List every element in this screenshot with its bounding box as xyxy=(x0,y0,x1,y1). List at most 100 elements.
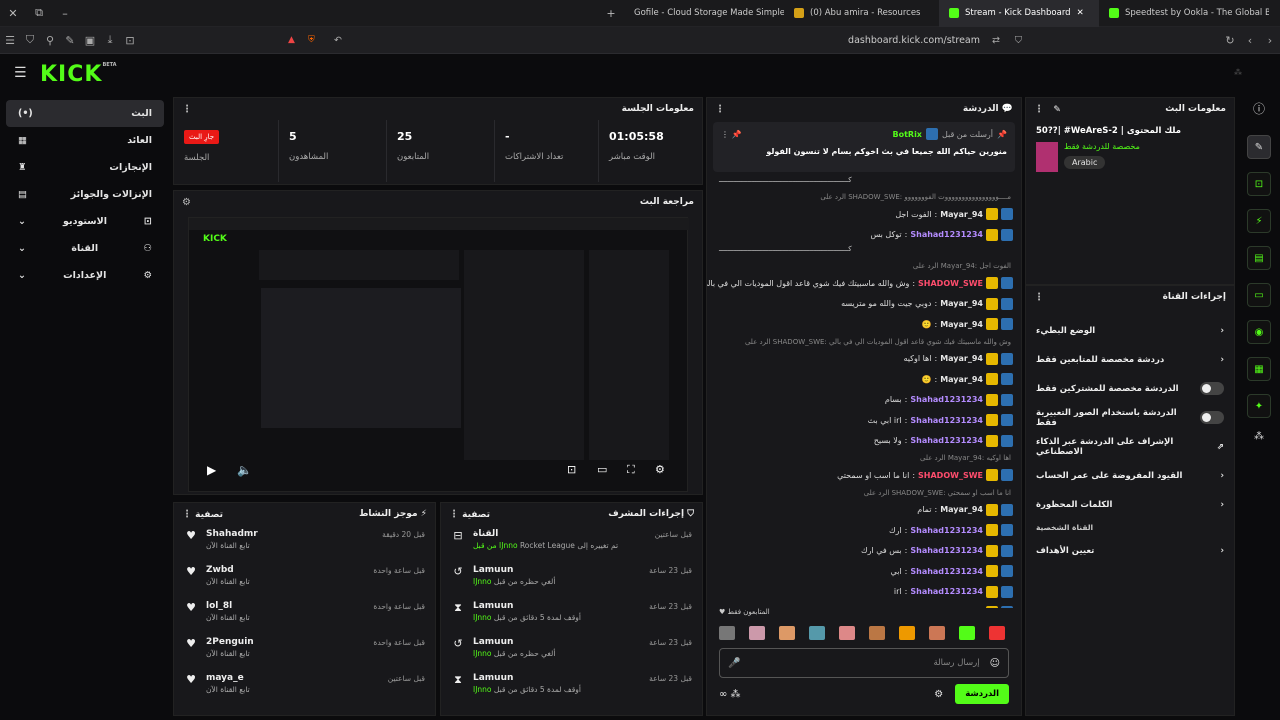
account-age-action[interactable]: القيود المفروضة على عمر الحساب › xyxy=(1026,461,1234,490)
more-icon[interactable]: ⋮ xyxy=(449,509,459,520)
share-icon[interactable]: ⇄ xyxy=(992,35,1000,46)
modaction-row[interactable]: ⊟ القناة من قبل IJnno Rocket League تم تغي… xyxy=(441,525,702,561)
chat-input[interactable]: 🎤 إرسال رسالة ☺ xyxy=(719,648,1009,678)
chat-message[interactable]: اها اوكيه: Mayar_94 xyxy=(707,349,1021,370)
sidebar-item-settings[interactable]: ⌄ الإعدادات ⚙ xyxy=(6,262,164,289)
activity-row[interactable]: ♥ Zwbd تابع القناة الآن قبل ساعة واحدة xyxy=(174,561,435,597)
forward-icon[interactable]: › xyxy=(1260,34,1280,47)
emotes-only-action[interactable]: الدردشة باستخدام الصور التعبيرية فقط xyxy=(1026,403,1234,432)
chat-username[interactable]: Mayar_94 xyxy=(940,320,983,329)
emote-icon[interactable] xyxy=(869,626,885,640)
chat-message[interactable]: انا ما اسب او سمحتي: SHADOW_SWE xyxy=(707,465,1021,486)
chat-username[interactable]: Mayar_94 xyxy=(940,354,983,363)
activity-row[interactable]: ♥ Shahadmr تابع القناة الآن قبل 20 دقيقة xyxy=(174,525,435,561)
more-icon[interactable]: ⋮ xyxy=(182,509,192,520)
banned-words-action[interactable]: الكلمات المحظورة › xyxy=(1026,490,1234,519)
chat-message[interactable]: 🙂: Mayar_94 xyxy=(707,314,1021,335)
tab-speedtest[interactable]: Speedtest by Ookla - The Global Broa xyxy=(1099,0,1269,27)
play-icon[interactable]: ▶ xyxy=(207,463,216,477)
chat-username[interactable]: Shahad1231234 xyxy=(910,230,983,239)
back-icon[interactable]: ‹ xyxy=(1240,34,1260,47)
category-link[interactable]: مخصصة للدردشة فقط xyxy=(1064,142,1140,151)
chat-username[interactable]: Shahad1231234 xyxy=(910,567,983,576)
chat-username[interactable]: Mayar_94 xyxy=(940,505,983,514)
filter-button[interactable]: ⋮ تصفية xyxy=(449,509,490,520)
screenshot-icon[interactable]: ⊡ xyxy=(567,463,576,476)
chat-username[interactable]: Shahad1231234 xyxy=(910,416,983,425)
new-tab-icon[interactable]: + xyxy=(598,7,624,20)
emote-icon[interactable] xyxy=(899,626,915,640)
modaction-row[interactable]: ⧗ Lamuun IJnno أوقف لمدة 5 دقائق من قبل قبل… xyxy=(441,669,702,705)
ai-moderation-action[interactable]: الإشراف على الدردشة عبر الذكاء الاصطناعي… xyxy=(1026,432,1234,461)
chat-message[interactable]: تمام: Mayar_94 xyxy=(707,500,1021,521)
apps-icon[interactable]: ⁂ xyxy=(1245,431,1273,442)
chat-rail-icon[interactable]: ▭ xyxy=(1247,283,1271,307)
more-icon[interactable]: ⋮ xyxy=(1034,292,1044,303)
infinity-icon[interactable]: ∞ ⁂ xyxy=(719,689,741,700)
sidebar-item-drops[interactable]: ▤ الإنزالات والجوائز xyxy=(6,181,164,208)
studio-rail-icon[interactable]: ⊡ xyxy=(1247,172,1271,196)
chat-message[interactable]: ابي: Shahad1231234 xyxy=(707,561,1021,582)
puzzle-icon[interactable]: ✎ xyxy=(60,34,80,47)
activity-row[interactable]: ♥ lol_8l تابع القناة الآن قبل ساعة واحدة xyxy=(174,597,435,633)
chat-username[interactable]: SHADOW_SWE xyxy=(918,471,983,480)
minimize-icon[interactable]: – xyxy=(52,7,78,20)
emote-icon[interactable] xyxy=(839,626,855,640)
chat-username[interactable]: Shahad1231234 xyxy=(910,436,983,445)
send-chat-button[interactable]: الدردشة xyxy=(955,684,1009,704)
video-player[interactable]: KICK ▶ 🔈 ⊡ ▭ ⛶ ⚙ xyxy=(188,217,689,492)
tab-close-icon[interactable]: ✕ xyxy=(1077,8,1084,18)
followers-only-action[interactable]: دردشة مخصصة للمتابعين فقط › xyxy=(1026,345,1234,374)
lang-icon[interactable]: ⁂ xyxy=(1234,68,1242,77)
chat-username[interactable]: Mayar_94 xyxy=(940,375,983,384)
chat-username[interactable]: SHADOW_SWE xyxy=(918,279,983,288)
emote-icon[interactable] xyxy=(749,626,765,640)
sidebar-item-channel[interactable]: ⌄ القناة ⚇ xyxy=(6,235,164,262)
emote-icon[interactable] xyxy=(779,626,795,640)
close-icon[interactable]: ✕ xyxy=(0,7,26,20)
chat-message[interactable]: ارك: Shahad1231234 xyxy=(707,520,1021,541)
gear-icon[interactable]: ⚙ xyxy=(655,463,665,476)
chat-message[interactable]: بسام: Shahad1231234 xyxy=(707,390,1021,411)
chat-message[interactable]: 🙂: Mayar_94 xyxy=(707,369,1021,390)
modaction-row[interactable]: ↺ Lamuun IJnno ألغي حظره من قبل قبل 23 ساعة xyxy=(441,633,702,669)
tab-resources[interactable]: (0) Abu amira - Resources xyxy=(784,0,939,27)
activity-row[interactable]: ♥ maya_e تابع القناة الآن قبل ساعتين xyxy=(174,669,435,705)
chat-username[interactable]: Mayar_94 xyxy=(940,210,983,219)
sidebar-icon[interactable]: ▣ xyxy=(80,34,100,47)
address-bar[interactable]: ▲ ⛨ ↶ dashboard.kick.com/stream ⇄ ⛉ xyxy=(280,30,1030,50)
activity-row[interactable]: ♥ 2Penguin تابع القناة الآن قبل ساعة واحدة xyxy=(174,633,435,669)
filter-button[interactable]: ⋮ تصفية xyxy=(182,509,223,520)
edit-icon[interactable]: ✎ xyxy=(1053,105,1061,115)
more-icon[interactable]: ⋮ xyxy=(182,104,192,115)
shield-icon[interactable]: ⛉ xyxy=(20,33,40,47)
info-icon[interactable]: ⓘ xyxy=(1245,100,1273,117)
volume-icon[interactable]: 🔈 xyxy=(237,463,252,477)
screenshot-icon[interactable]: ⊡ xyxy=(120,34,140,47)
edit-layout-icon[interactable]: ✎ xyxy=(1247,135,1271,159)
bolt-rail-icon[interactable]: ⚡ xyxy=(1247,209,1271,233)
emote-icon[interactable] xyxy=(929,626,945,640)
sidebar-item-studio[interactable]: ⌄ الاستوديو ⊡ xyxy=(6,208,164,235)
modaction-row[interactable]: ⧗ Lamuun IJnno أوقف لمدة 5 دقائق من قبل قبل… xyxy=(441,597,702,633)
settings-icon[interactable]: ⚙ xyxy=(182,197,191,208)
tab-kick-dashboard[interactable]: Stream - Kick Dashboard ✕ xyxy=(939,0,1099,27)
chat-message[interactable]: بس في ارك: Shahad1231234 xyxy=(707,541,1021,562)
emotes-only-toggle[interactable] xyxy=(1200,411,1224,424)
chat-message[interactable]: توكل بس: Shahad1231234 xyxy=(707,225,1021,246)
download-icon[interactable]: ⤓ xyxy=(100,33,120,47)
subscribers-only-action[interactable]: الدردشة مخصصة للمشتركين فقط xyxy=(1026,374,1234,403)
slow-mode-action[interactable]: الوضع البطيء › xyxy=(1026,316,1234,345)
chat-username[interactable]: Shahad1231234 xyxy=(910,395,983,404)
kick-logo[interactable]: KICKBETA xyxy=(40,62,117,87)
restore-icon[interactable]: ⧉ xyxy=(26,6,52,20)
broadcast-rail-icon[interactable]: ◉ xyxy=(1247,320,1271,344)
chat-message[interactable]: ولا بسيح: Shahad1231234 xyxy=(707,431,1021,452)
modaction-row[interactable]: ↺ Lamuun IJnno ألغي حظره من قبل قبل 23 ساعة xyxy=(441,561,702,597)
chat-username[interactable]: Shahad1231234 xyxy=(910,546,983,555)
pinned-message[interactable]: 📌 أرسلت من قبل BotRix 📌 ⋮ منورين حياكم الله… xyxy=(713,122,1015,172)
sidebar-item-achievements[interactable]: ♜ الإنجازات xyxy=(6,154,164,181)
emote-icon[interactable] xyxy=(809,626,825,640)
sidebar-item-stream[interactable]: (•) البث xyxy=(6,100,164,127)
chat-username[interactable]: Shahad1231234 xyxy=(910,587,983,596)
